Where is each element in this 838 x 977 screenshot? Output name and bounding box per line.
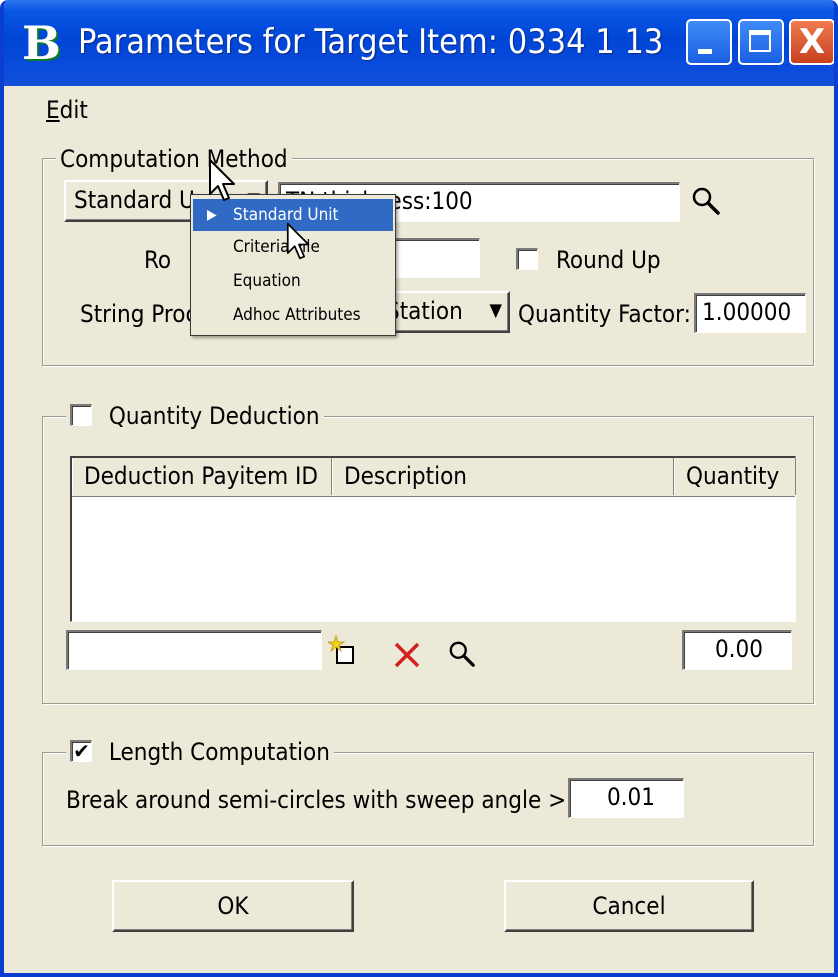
quantity-factor-label: Quantity Factor: [518, 300, 691, 328]
maximize-button[interactable] [738, 19, 784, 65]
close-icon: X [798, 22, 826, 62]
deduction-table-header: Deduction Payitem ID Description Quantit… [72, 458, 796, 497]
deduction-quantity-total: 0.00 [682, 630, 792, 670]
app-icon: B [22, 16, 61, 70]
popup-item-adhoc-attributes[interactable]: Adhoc Attributes [193, 299, 393, 331]
computation-method-value: Standard U [74, 186, 195, 214]
sweep-angle-label: Break around semi-circles with sweep ang… [66, 786, 585, 814]
length-computation-legend: ✔ Length Computation [66, 738, 334, 766]
deduction-table[interactable]: Deduction Payitem ID Description Quantit… [70, 456, 796, 622]
menu-edit[interactable]: Edit [46, 96, 88, 124]
sweep-angle-field[interactable]: 0.01 [568, 778, 684, 818]
window-title: Parameters for Target Item: 0334 1 13 [78, 22, 664, 62]
cancel-button[interactable]: Cancel [504, 880, 754, 932]
maximize-icon [749, 30, 771, 52]
ok-button[interactable]: OK [112, 880, 354, 932]
title-bar[interactable]: B Parameters for Target Item: 0334 1 13 … [4, 0, 834, 86]
column-header-payitem-id[interactable]: Deduction Payitem ID [72, 458, 332, 495]
add-item-icon[interactable] [328, 634, 362, 668]
round-label: Ro [144, 246, 172, 274]
string-processing-dropdown[interactable]: Station ▼ [376, 291, 510, 333]
quantity-deduction-label: Quantity Deduction [108, 402, 320, 430]
computation-method-legend: Computation Method [56, 145, 292, 173]
column-header-description[interactable]: Description [332, 458, 674, 495]
close-button[interactable]: X [789, 19, 834, 65]
string-processing-value: Station [386, 297, 463, 325]
quantity-deduction-checkbox[interactable] [70, 404, 92, 426]
dialog-window: B Parameters for Target Item: 0334 1 13 … [0, 0, 838, 977]
round-up-label: Round Up [556, 246, 661, 274]
length-computation-label: Length Computation [108, 738, 330, 766]
computation-method-popup: ▶ Standard Unit Criteria File Equation A… [190, 194, 396, 336]
deduction-payitem-input[interactable] [66, 630, 322, 670]
column-header-quantity[interactable]: Quantity [674, 458, 796, 495]
delete-icon[interactable] [392, 640, 422, 670]
search-icon[interactable] [448, 640, 476, 668]
caret-right-icon: ▶ [207, 207, 217, 223]
string-processing-label: String Proc [80, 300, 198, 328]
search-icon[interactable] [691, 186, 721, 216]
minimize-button[interactable] [686, 19, 732, 65]
quantity-deduction-legend: Quantity Deduction [66, 402, 324, 430]
mouse-pointer-icon [286, 222, 310, 260]
round-up-checkbox[interactable] [516, 248, 538, 270]
menu-bar: Edit [4, 86, 834, 130]
quantity-factor-field[interactable]: 1.00000 [694, 293, 806, 333]
popup-item-equation[interactable]: Equation [193, 265, 393, 297]
mouse-pointer-icon [209, 159, 235, 201]
chevron-down-icon: ▼ [489, 300, 502, 321]
length-computation-checkbox[interactable]: ✔ [70, 740, 92, 762]
minimize-icon [698, 49, 712, 54]
